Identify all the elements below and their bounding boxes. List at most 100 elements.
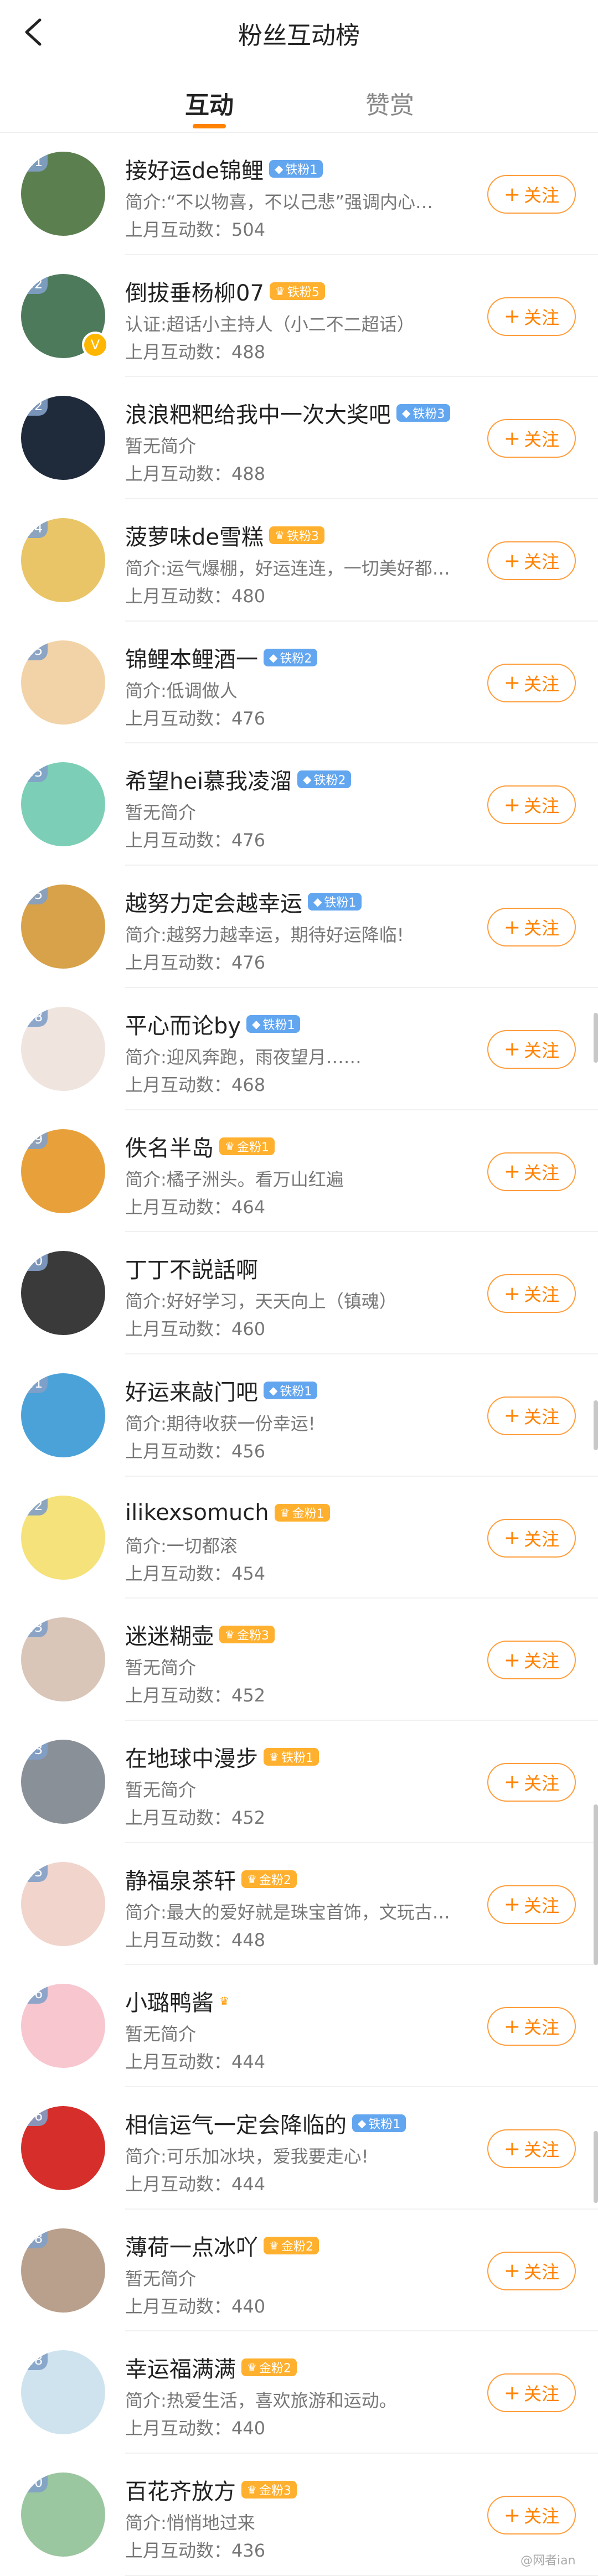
avatar[interactable]: 31 bbox=[21, 152, 105, 236]
list-item[interactable]: 35 希望hei慕我凌溜 ◆ 铁粉2 暂无简介 上月互动数：476 + 关注 bbox=[0, 743, 598, 866]
avatar[interactable]: 34 bbox=[21, 518, 105, 603]
plus-icon: + bbox=[503, 305, 521, 328]
user-name[interactable]: 佚名半岛 bbox=[125, 1130, 214, 1162]
avatar[interactable]: 48 bbox=[21, 2350, 105, 2435]
list-item[interactable]: 32 V 倒拔垂杨柳07 ♛ 铁粉5 认证:超话小主持人（小二不二超话） 上月互动数：488… bbox=[0, 255, 598, 377]
watermark: @网者ian bbox=[520, 2554, 576, 2568]
avatar[interactable]: 35 bbox=[21, 640, 105, 725]
avatar[interactable]: 50 bbox=[21, 2472, 105, 2557]
follow-button[interactable]: + 关注 bbox=[487, 175, 576, 214]
list-item[interactable]: 43 在地球中漫步 ♛ 铁粉1 暂无简介 上月互动数：452 + 关注 bbox=[0, 1721, 598, 1843]
list-item[interactable]: 50 百花齐放方 ♛ 金粉3 简介:悄悄地过来 上月互动数：436 + 关注 bbox=[0, 2454, 598, 2576]
plus-icon: + bbox=[503, 1282, 521, 1305]
rank-badge: 43 bbox=[21, 1739, 48, 1760]
diamond-icon: ◆ bbox=[358, 2117, 367, 2130]
avatar[interactable]: 35 bbox=[21, 762, 105, 847]
follow-button[interactable]: + 关注 bbox=[487, 785, 576, 825]
avatar[interactable]: 40 bbox=[21, 1251, 105, 1336]
avatar[interactable]: 42 bbox=[21, 1495, 105, 1580]
avatar[interactable]: 48 bbox=[21, 2228, 105, 2313]
tab-appreciation[interactable]: 赞赏 bbox=[329, 85, 451, 121]
user-name[interactable]: 锦鲤本鲤酒一 bbox=[125, 642, 258, 674]
follow-button[interactable]: + 关注 bbox=[487, 1030, 576, 1069]
follow-button[interactable]: + 关注 bbox=[487, 1152, 576, 1191]
user-name[interactable]: 幸运福满满 bbox=[125, 2351, 236, 2383]
follow-button[interactable]: + 关注 bbox=[487, 1396, 576, 1435]
fan-level-badge: ♛ 金粉1 bbox=[274, 1503, 330, 1522]
avatar[interactable]: 35 bbox=[21, 884, 105, 969]
list-item[interactable]: 42 ilikexsomuch ♛ 金粉1 简介:一切都滚 上月互动数：454 + 关注 bbox=[0, 1477, 598, 1599]
user-name[interactable]: 相信运气一定会降临的 bbox=[125, 2107, 347, 2139]
fan-level-badge: ♛ 金粉3 bbox=[219, 1626, 275, 1644]
follow-button[interactable]: + 关注 bbox=[487, 2007, 576, 2046]
user-name[interactable]: 在地球中漫步 bbox=[125, 1741, 258, 1773]
list-item[interactable]: 31 接好运de锦鲤 ◆ 铁粉1 简介:“不以物喜，不以己悲”强调内心… 上月互动数：50… bbox=[0, 133, 598, 255]
avatar[interactable]: 43 bbox=[21, 1739, 105, 1824]
rank-badge: 43 bbox=[21, 1617, 48, 1638]
list-item[interactable]: 46 相信运气一定会降临的 ◆ 铁粉1 简介:可乐加冰块，爱我要走心! 上月互动数：444… bbox=[0, 2087, 598, 2210]
user-name[interactable]: 丁丁不説話啊 bbox=[125, 1252, 258, 1284]
user-name[interactable]: 百花齐放方 bbox=[125, 2474, 236, 2506]
avatar[interactable]: 46 bbox=[21, 2106, 105, 2190]
follow-button[interactable]: + 关注 bbox=[487, 2496, 576, 2535]
list-item[interactable]: 48 幸运福满满 ♛ 金粉2 简介:热爱生活，喜欢旅游和运动。 上月互动数：440 + 关注 bbox=[0, 2331, 598, 2454]
user-name[interactable]: 静福泉茶轩 bbox=[125, 1863, 236, 1895]
user-name[interactable]: 迷迷糊壶 bbox=[125, 1618, 214, 1651]
list-item[interactable]: 35 越努力定会越幸运 ◆ 铁粉1 简介:越努力越幸运，期待好运降临! 上月互动数：476… bbox=[0, 866, 598, 988]
avatar[interactable]: 46 bbox=[21, 1984, 105, 2068]
avatar[interactable]: 41 bbox=[21, 1373, 105, 1457]
list-item[interactable]: 45 静福泉茶轩 ♛ 金粉2 简介:最大的爱好就是珠宝首饰，文玩古… 上月互动数：448 +… bbox=[0, 1843, 598, 1965]
avatar[interactable]: 38 bbox=[21, 1006, 105, 1091]
tab-interaction[interactable]: 互动 bbox=[148, 85, 270, 121]
user-name[interactable]: 倒拔垂杨柳07 bbox=[125, 275, 264, 307]
user-name[interactable]: 小璐鸭酱 bbox=[125, 1985, 214, 2017]
list-item[interactable]: 43 迷迷糊壶 ♛ 金粉3 暂无简介 上月互动数：452 + 关注 bbox=[0, 1599, 598, 1721]
follow-button[interactable]: + 关注 bbox=[487, 2373, 576, 2413]
interaction-count: 上月互动数：452 bbox=[125, 1807, 266, 1828]
list-item[interactable]: 40 丁丁不説話啊 简介:好好学习，天天向上（镇魂） 上月互动数：460 + 关注 bbox=[0, 1232, 598, 1354]
follow-button[interactable]: + 关注 bbox=[487, 908, 576, 947]
scrollbar-thumb[interactable] bbox=[594, 1804, 598, 1965]
user-name[interactable]: 好运来敲门吧 bbox=[125, 1374, 258, 1406]
interaction-count: 上月互动数：504 bbox=[125, 219, 266, 240]
follow-button[interactable]: + 关注 bbox=[487, 1762, 576, 1802]
list-item[interactable]: 39 佚名半岛 ♛ 金粉1 简介:橘子洲头。看万山红遍 上月互动数：464 + 关注 bbox=[0, 1110, 598, 1233]
list-item[interactable]: 48 薄荷一点冰吖 ♛ 金粉2 暂无简介 上月互动数：440 + 关注 bbox=[0, 2210, 598, 2332]
user-name[interactable]: 薄荷一点冰吖 bbox=[125, 2230, 258, 2262]
follow-button[interactable]: + 关注 bbox=[487, 1885, 576, 1924]
follow-button[interactable]: + 关注 bbox=[487, 2129, 576, 2168]
user-name[interactable]: 平心而论by bbox=[125, 1008, 241, 1040]
avatar[interactable]: 45 bbox=[21, 1861, 105, 1946]
scrollbar-thumb[interactable] bbox=[594, 2131, 598, 2203]
user-name[interactable]: 菠萝味de雪糕 bbox=[125, 519, 264, 551]
fan-level-badge: ♛ 铁粉3 bbox=[269, 526, 324, 545]
list-item[interactable]: 35 锦鲤本鲤酒一 ◆ 铁粉2 简介:低调做人 上月互动数：476 + 关注 bbox=[0, 622, 598, 744]
fan-level-label: 铁粉1 bbox=[280, 1384, 312, 1399]
follow-button[interactable]: + 关注 bbox=[487, 1641, 576, 1680]
follow-button[interactable]: + 关注 bbox=[487, 1518, 576, 1558]
user-name[interactable]: 浪浪粑粑给我中一次大奖吧 bbox=[125, 397, 391, 429]
list-item[interactable]: 41 好运来敲门吧 ◆ 铁粉1 简介:期待收获一份幸运! 上月互动数：456 + 关注 bbox=[0, 1354, 598, 1477]
follow-button[interactable]: + 关注 bbox=[487, 541, 576, 581]
user-name[interactable]: 希望hei慕我凌溜 bbox=[125, 763, 292, 795]
list-item[interactable]: 38 平心而论by ◆ 铁粉1 简介:迎风奔跑，雨夜望月…… 上月互动数：468 + 关注 bbox=[0, 988, 598, 1110]
scrollbar-thumb[interactable] bbox=[594, 1013, 598, 1063]
avatar[interactable]: 43 bbox=[21, 1617, 105, 1702]
follow-button[interactable]: + 关注 bbox=[487, 419, 576, 458]
avatar[interactable]: 39 bbox=[21, 1129, 105, 1213]
crown-icon: ♛ bbox=[275, 284, 285, 298]
scrollbar-thumb[interactable] bbox=[594, 1400, 598, 1450]
user-name[interactable]: 越努力定会越幸运 bbox=[125, 886, 302, 918]
diamond-icon: ◆ bbox=[313, 895, 322, 909]
list-item[interactable]: 34 菠萝味de雪糕 ♛ 铁粉3 简介:运气爆棚，好运连连，一切美好都… 上月互动数：48… bbox=[0, 499, 598, 622]
rank-badge: 35 bbox=[21, 762, 48, 783]
user-name[interactable]: 接好运de锦鲤 bbox=[125, 153, 264, 185]
follow-button[interactable]: + 关注 bbox=[487, 1274, 576, 1313]
follow-button[interactable]: + 关注 bbox=[487, 2251, 576, 2290]
list-item[interactable]: 46 小璐鸭酱 ♛ 暂无简介 上月互动数：444 + 关注 bbox=[0, 1965, 598, 2087]
avatar[interactable]: 32 bbox=[21, 396, 105, 480]
follow-button[interactable]: + 关注 bbox=[487, 663, 576, 702]
follow-button[interactable]: + 关注 bbox=[487, 297, 576, 336]
list-item[interactable]: 32 浪浪粑粑给我中一次大奖吧 ◆ 铁粉3 暂无简介 上月互动数：488 + 关注 bbox=[0, 377, 598, 499]
user-name[interactable]: ilikexsomuch bbox=[125, 1500, 269, 1525]
